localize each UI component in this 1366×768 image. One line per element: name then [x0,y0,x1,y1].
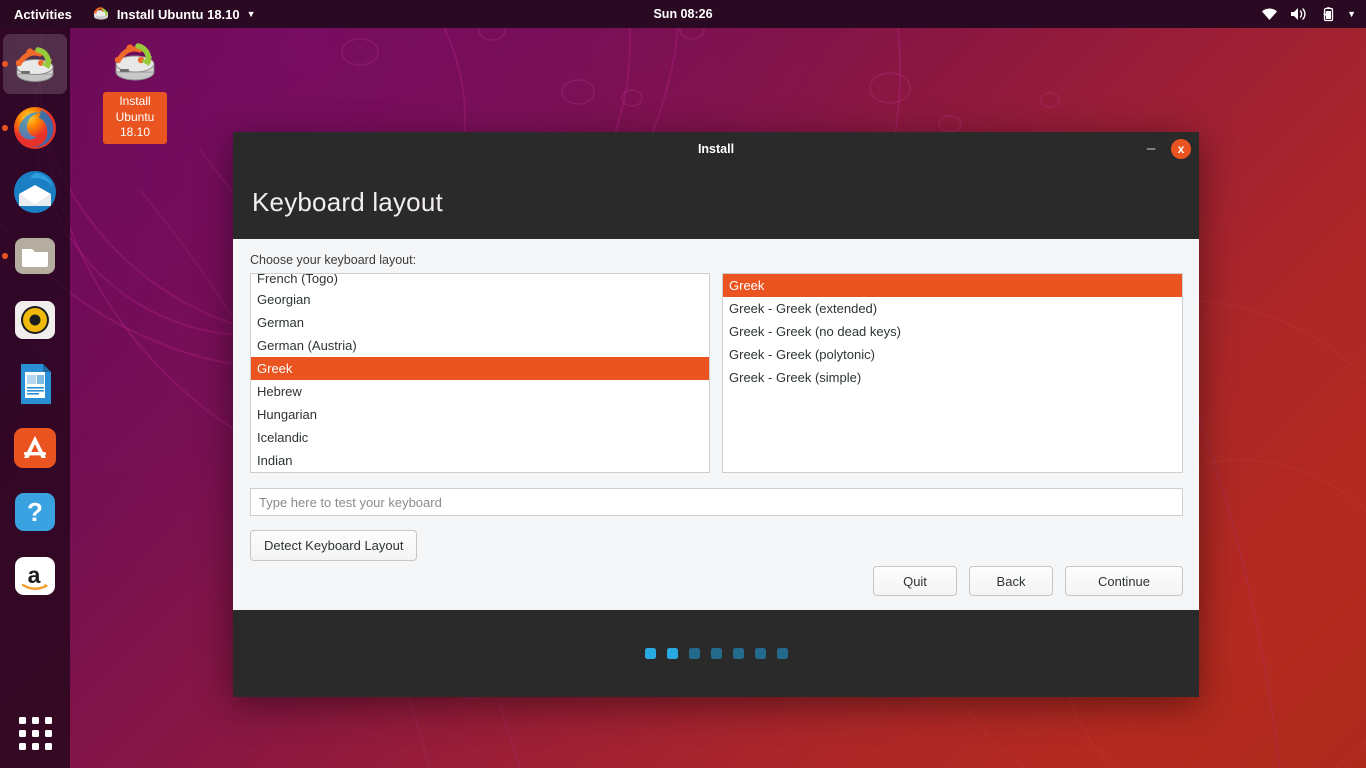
amazon-icon: a [11,552,59,600]
dock-item-firefox[interactable] [0,96,70,160]
install-disk-icon [92,7,110,21]
dock-item-install-ubuntu[interactable] [0,32,70,96]
continue-button[interactable]: Continue [1065,566,1183,596]
thunderbird-icon [11,168,59,216]
help-question-icon: ? [11,488,59,536]
layout-list-item[interactable]: Icelandic [251,426,709,449]
progress-dot [755,648,766,659]
system-indicators[interactable]: ▼ [1261,7,1356,22]
quit-button[interactable]: Quit [873,566,957,596]
ubuntu-software-icon [11,424,59,472]
close-button[interactable]: x [1171,139,1191,159]
choose-layout-label: Choose your keyboard layout: [250,253,1183,267]
dock-item-libreoffice-writer[interactable] [0,352,70,416]
dock: ? a [0,28,70,768]
files-folder-icon [11,232,59,280]
desktop-icon-label: Install Ubuntu 18.10 [103,92,167,144]
variant-list-item[interactable]: Greek - Greek (simple) [723,366,1182,389]
libreoffice-writer-icon [11,360,59,408]
window-titlebar: Install – x [233,132,1199,166]
chevron-down-icon: ▼ [247,9,256,19]
svg-text:?: ? [27,497,43,527]
layout-list-item[interactable]: French (Togo) [251,274,709,288]
keyboard-test-input[interactable] [250,488,1183,516]
progress-dot [733,648,744,659]
progress-dots [645,648,788,659]
window-controls: – x [1141,132,1191,166]
detect-keyboard-layout-button[interactable]: Detect Keyboard Layout [250,530,417,561]
keyboard-layout-list[interactable]: French (Togo)GeorgianGermanGerman (Austr… [250,273,710,473]
running-indicator-dot [2,253,8,259]
layout-list-item[interactable]: Hebrew [251,380,709,403]
desktop-icon-install-ubuntu[interactable]: Install Ubuntu 18.10 [98,36,172,144]
variant-list-item[interactable]: Greek - Greek (polytonic) [723,343,1182,366]
back-button[interactable]: Back [969,566,1053,596]
dock-item-ubuntu-software[interactable] [0,416,70,480]
layout-list-item[interactable]: German [251,311,709,334]
window-footer [233,610,1199,697]
variant-list-item[interactable]: Greek [723,274,1182,297]
install-window: Install – x Keyboard layout Choose your … [233,132,1199,697]
running-indicator-dot [2,61,8,67]
layout-list-item[interactable]: Georgian [251,288,709,311]
install-disk-icon [11,40,59,88]
dock-item-thunderbird[interactable] [0,160,70,224]
rhythmbox-icon [11,296,59,344]
window-content: Choose your keyboard layout: French (Tog… [233,239,1199,610]
variant-list-item[interactable]: Greek - Greek (extended) [723,297,1182,320]
page-title: Keyboard layout [252,187,443,218]
top-bar: Activities Install Ubuntu 18.10 ▼ Sun 08… [0,0,1366,28]
firefox-icon [11,104,59,152]
navigation-buttons: Quit Back Continue [250,566,1183,596]
progress-dot [689,648,700,659]
progress-dot [645,648,656,659]
app-menu-button[interactable]: Install Ubuntu 18.10 ▼ [84,7,264,22]
progress-dot [711,648,722,659]
battery-charging-icon [1320,7,1335,22]
layout-list-item[interactable]: German (Austria) [251,334,709,357]
system-menu-chevron-icon[interactable]: ▼ [1347,9,1356,19]
window-title: Install [698,142,734,156]
dock-item-files[interactable] [0,224,70,288]
progress-dot [667,648,678,659]
volume-icon [1290,7,1308,21]
window-header: Keyboard layout [233,166,1199,239]
svg-text:a: a [28,562,41,588]
show-applications-grid-icon [19,717,52,750]
wifi-icon [1261,7,1278,21]
dock-item-amazon[interactable]: a [0,544,70,608]
progress-dot [777,648,788,659]
layout-list-item[interactable]: Hungarian [251,403,709,426]
variant-list-item[interactable]: Greek - Greek (no dead keys) [723,320,1182,343]
app-menu-label: Install Ubuntu 18.10 [117,7,240,22]
minimize-button[interactable]: – [1141,139,1161,159]
dock-item-help[interactable]: ? [0,480,70,544]
layout-list-item[interactable]: Indian [251,449,709,472]
layout-selectors: French (Togo)GeorgianGermanGerman (Austr… [250,273,1183,473]
activities-button[interactable]: Activities [0,7,84,22]
show-applications-button[interactable] [0,706,70,760]
running-indicator-dot [2,125,8,131]
keyboard-variant-list[interactable]: GreekGreek - Greek (extended)Greek - Gre… [722,273,1183,473]
install-disk-icon [110,36,160,86]
dock-item-rhythmbox[interactable] [0,288,70,352]
layout-list-item[interactable]: Greek [251,357,709,380]
